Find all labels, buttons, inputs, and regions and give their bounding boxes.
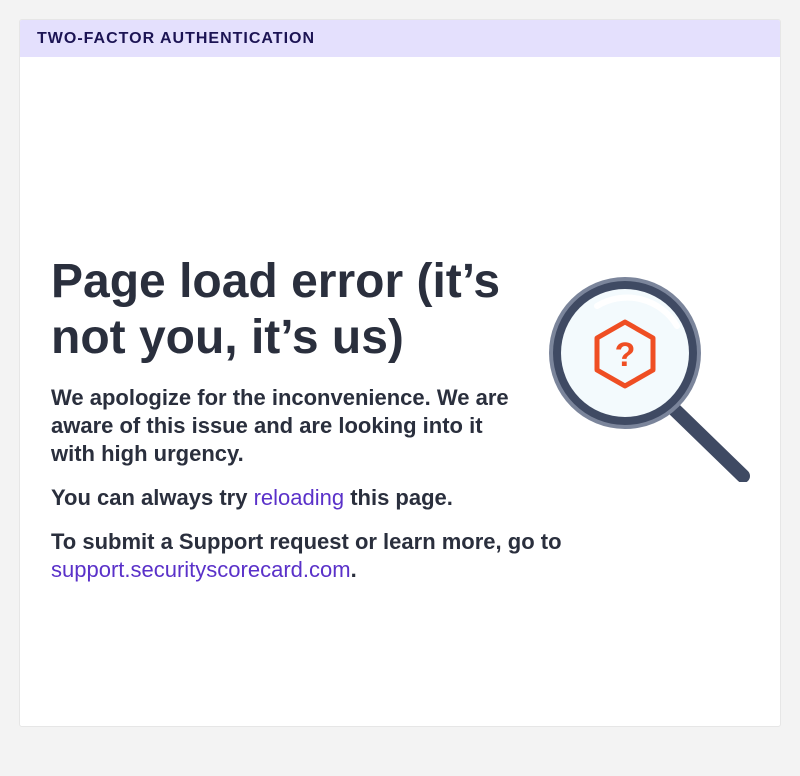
support-prefix: To submit a Support request or learn mor… — [51, 529, 562, 554]
support-text: To submit a Support request or learn mor… — [51, 528, 611, 584]
retry-prefix: You can always try — [51, 485, 254, 510]
retry-text: You can always try reloading this page. — [51, 484, 611, 512]
support-link[interactable]: support.securityscorecard.com — [51, 557, 351, 582]
question-mark-glyph: ? — [615, 336, 636, 374]
magnifier-svg: ? — [549, 277, 750, 483]
reload-link[interactable]: reloading — [254, 485, 345, 510]
apology-text: We apologize for the inconvenience. We a… — [51, 385, 509, 466]
page-title: Page load error (it’s not you, it’s us) — [51, 255, 501, 364]
support-suffix: . — [350, 557, 357, 582]
card-header: TWO-FACTOR AUTHENTICATION — [20, 20, 780, 57]
magnifier-question-icon: ? — [525, 252, 755, 483]
error-card: TWO-FACTOR AUTHENTICATION Page load erro… — [19, 19, 781, 727]
retry-suffix: this page. — [344, 485, 453, 510]
header-title: TWO-FACTOR AUTHENTICATION — [37, 29, 316, 47]
